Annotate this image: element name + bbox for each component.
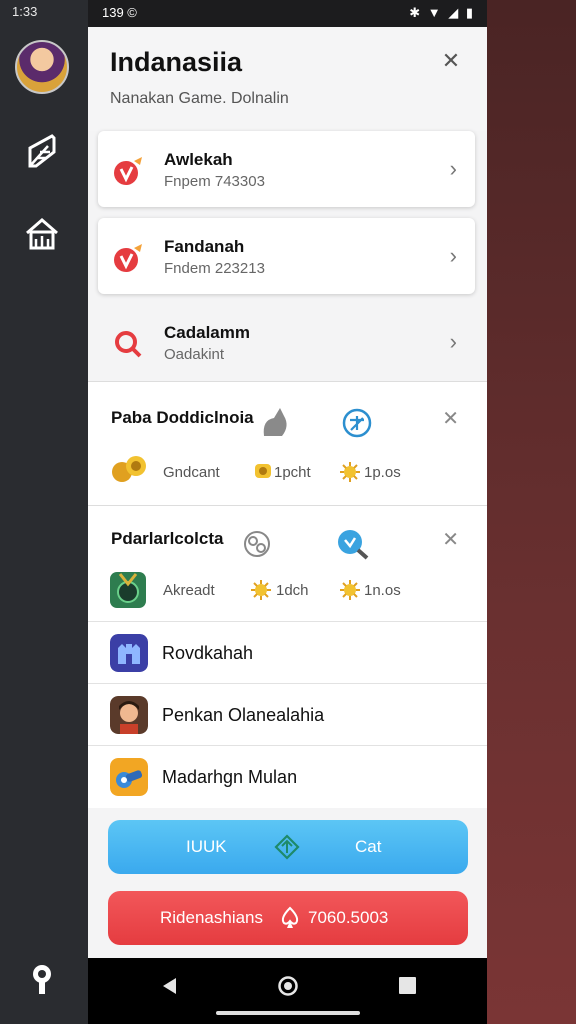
status-icons: ✱ ▼ ◢ ▮ <box>409 5 475 20</box>
spade-icon <box>281 906 299 928</box>
castle-app-icon <box>110 634 148 672</box>
coin-icon <box>255 464 271 478</box>
chevron-right-icon: › <box>449 243 457 268</box>
cannon-app-icon <box>110 758 148 796</box>
list-item-label: Rovdkahah <box>162 643 254 663</box>
swirl-icon <box>244 531 270 557</box>
home-icon[interactable] <box>22 214 62 254</box>
recents-icon[interactable] <box>399 977 416 994</box>
magnifier-icon <box>338 530 369 560</box>
list-item-label: Penkan Olanealahia <box>162 705 325 725</box>
list-item[interactable]: Madarhgn Mulan <box>88 745 487 808</box>
card-subtitle: Fnpem 743303 <box>164 173 265 190</box>
section-stat: Gndcant <box>163 464 220 481</box>
background-right <box>487 0 576 1024</box>
gold-coins-icon <box>112 456 146 482</box>
sun-icon <box>251 580 271 600</box>
card-title: Fandanah <box>164 237 245 256</box>
back-icon[interactable] <box>160 976 178 996</box>
main-panel: 139 © ✱ ▼ ◢ ▮ Indanasiia Nanakan Game. D… <box>88 0 487 958</box>
list-item[interactable]: Penkan Olanealahia <box>88 683 487 746</box>
search-ring-icon <box>115 331 142 358</box>
button-right-label: Cat <box>355 837 382 856</box>
section-title: Paba Doddiclnoia <box>111 408 254 427</box>
status-time: 139 © <box>102 5 137 20</box>
medal-app-icon <box>110 572 146 608</box>
page-title: Indanasiia <box>110 47 243 77</box>
chevron-right-icon: › <box>449 329 457 354</box>
game-section-2: Pdarlarlcolcta ✕ Akreadt 1dch 1n.os <box>88 505 487 622</box>
list-card-3[interactable]: Cadalamm Oadakint › <box>98 304 475 380</box>
get-button[interactable]: IUUK Cat <box>108 820 468 874</box>
section-title: Pdarlarlcolcta <box>111 529 224 548</box>
sun-icon <box>340 462 360 482</box>
card-title: Cadalamm <box>164 323 250 342</box>
side-rail: 1:33 <box>0 0 88 1024</box>
section-stat: 1pcht <box>274 464 311 481</box>
page-subtitle: Nanakan Game. Dolnalin <box>110 90 289 107</box>
card-title: Awlekah <box>164 150 233 169</box>
avatar[interactable] <box>15 40 69 94</box>
section-stat: Akreadt <box>163 582 215 599</box>
leaf-icon[interactable] <box>22 132 62 172</box>
card-subtitle: Fndem 223213 <box>164 260 265 277</box>
section-stat: 1dch <box>276 582 309 599</box>
button-left-label: IUUK <box>186 837 227 856</box>
diamond-arrow-icon <box>274 834 300 860</box>
badge-icon <box>342 408 372 438</box>
fire-heart-icon <box>114 244 142 272</box>
rail-time: 1:33 <box>12 4 38 19</box>
purchase-button[interactable]: Ridenashians 7060.5003 <box>108 891 468 945</box>
list-item-label: Madarhgn Mulan <box>162 767 298 787</box>
list-item[interactable]: Rovdkahah <box>88 621 487 684</box>
user-icon[interactable] <box>22 958 62 998</box>
creature-icon <box>263 408 287 436</box>
card-subtitle: Oadakint <box>164 346 225 363</box>
close-section-button[interactable]: ✕ <box>442 527 459 552</box>
close-button[interactable]: ✕ <box>439 49 463 73</box>
home-button-icon[interactable] <box>277 975 299 997</box>
close-section-button[interactable]: ✕ <box>442 406 459 431</box>
fire-heart-icon <box>114 157 142 185</box>
character-app-icon <box>110 696 148 734</box>
gesture-bar[interactable] <box>216 1011 360 1015</box>
game-section-1: Paba Doddiclnoia ✕ Gndcant 1pcht 1p.os <box>88 381 487 505</box>
button-right-label: 7060.5003 <box>308 908 389 927</box>
status-bar: 139 © ✱ ▼ ◢ ▮ <box>88 0 487 27</box>
list-card-1[interactable]: Awlekah Fnpem 743303 › <box>98 131 475 207</box>
section-stat: 1p.os <box>364 464 401 481</box>
system-nav-bar <box>88 958 487 1024</box>
dialog-header: Indanasiia Nanakan Game. Dolnalin ✕ <box>88 27 487 131</box>
list-card-2[interactable]: Fandanah Fndem 223213 › <box>98 218 475 294</box>
sun-icon <box>340 580 360 600</box>
section-stat: 1n.os <box>364 582 401 599</box>
button-left-label: Ridenashians <box>160 908 264 927</box>
chevron-right-icon: › <box>449 156 457 181</box>
